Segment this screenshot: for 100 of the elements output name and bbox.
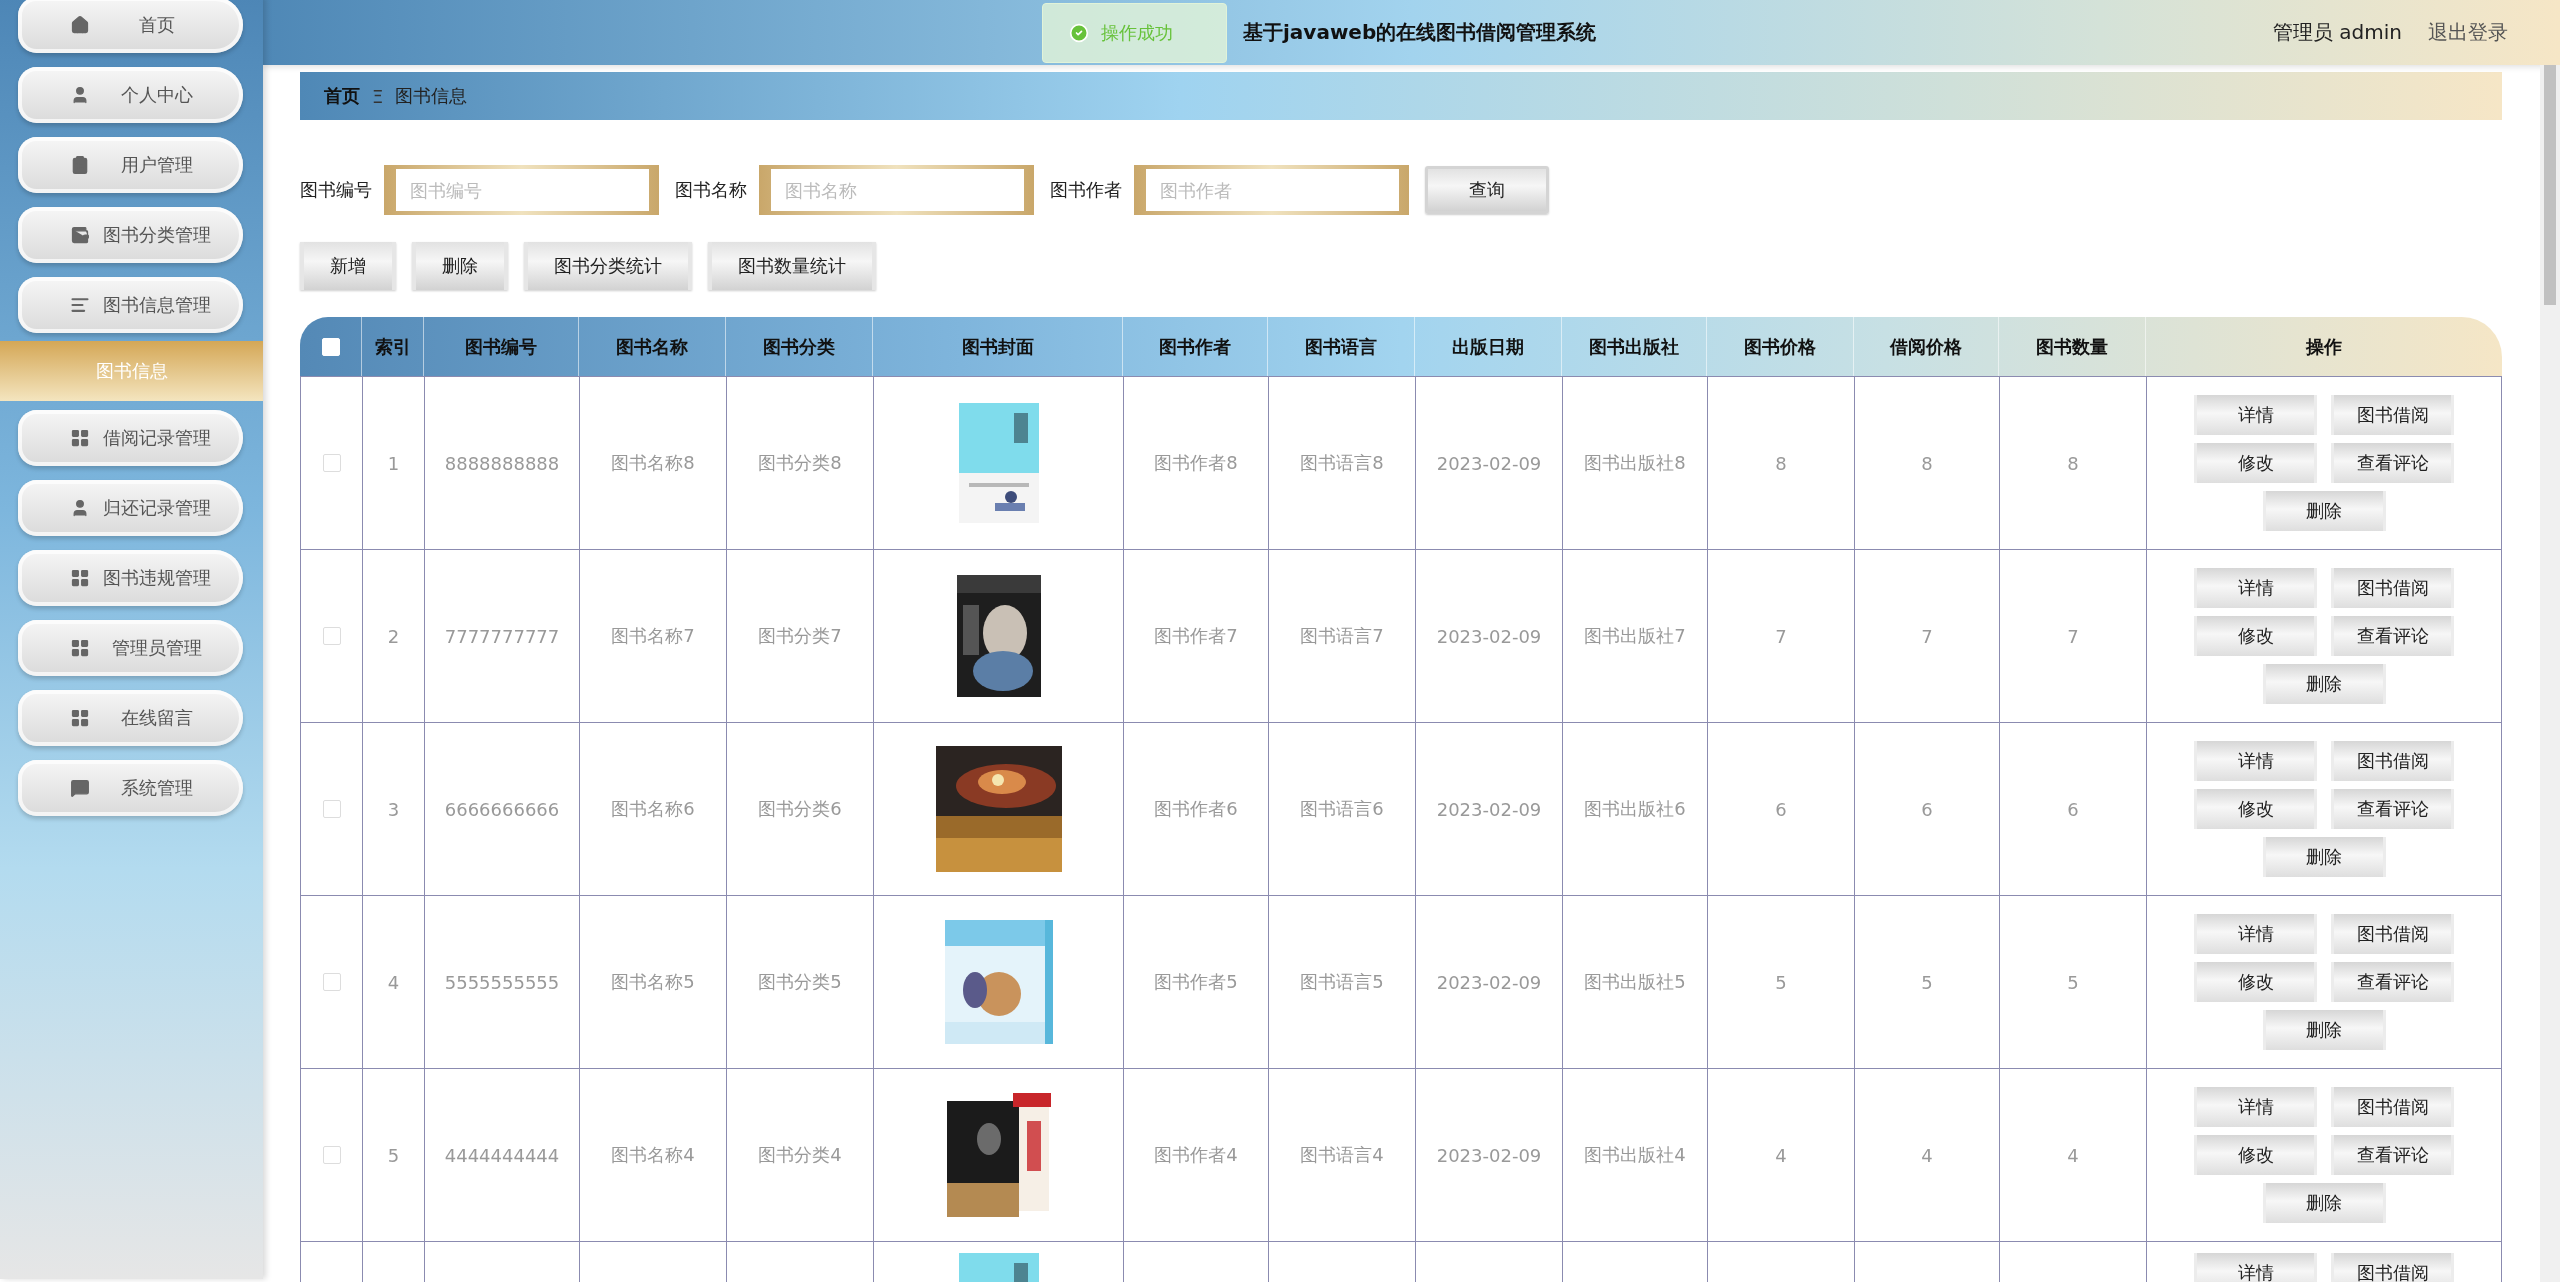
row-action-button[interactable]: 详情 bbox=[2194, 568, 2317, 608]
sidebar-item[interactable]: 个人中心 bbox=[18, 67, 243, 123]
row-action-button[interactable]: 图书借阅 bbox=[2331, 1087, 2454, 1127]
row-action-button[interactable]: 图书借阅 bbox=[2331, 395, 2454, 435]
chat-icon bbox=[70, 778, 90, 798]
table-cell: 图书分类8 bbox=[758, 451, 842, 475]
table-cell: 4 bbox=[1775, 1144, 1787, 1166]
row-action-button[interactable]: 详情 bbox=[2194, 914, 2317, 954]
row-checkbox[interactable] bbox=[322, 800, 341, 818]
table-cell: 8 bbox=[2067, 452, 2079, 474]
row-action-button[interactable]: 查看评论 bbox=[2331, 962, 2454, 1002]
row-checkbox[interactable] bbox=[322, 973, 341, 991]
breadcrumb-separator: Ξ bbox=[372, 85, 384, 107]
row-action-button[interactable]: 查看评论 bbox=[2331, 1135, 2454, 1175]
row-checkbox[interactable] bbox=[322, 627, 341, 645]
row-action-button[interactable]: 删除 bbox=[2262, 664, 2386, 704]
row-checkbox[interactable] bbox=[322, 454, 341, 472]
search-field[interactable]: 图书作者 bbox=[1134, 165, 1409, 215]
row-action-button[interactable]: 删除 bbox=[2262, 1183, 2386, 1223]
table-cell: 7777777777 bbox=[444, 625, 560, 647]
column-header: 图书编号 bbox=[424, 317, 579, 376]
search-field[interactable]: 图书名称 bbox=[759, 165, 1034, 215]
field-label: 图书作者 bbox=[1050, 178, 1122, 202]
row-action-button[interactable]: 详情 bbox=[2194, 1253, 2317, 1282]
row-action-button[interactable]: 查看评论 bbox=[2331, 616, 2454, 656]
clipboard-icon bbox=[70, 155, 90, 175]
sidebar-item[interactable]: 在线留言 bbox=[18, 690, 243, 746]
grid-icon bbox=[70, 428, 90, 448]
row-action-button[interactable]: 查看评论 bbox=[2331, 443, 2454, 483]
toolbar-button[interactable]: 删除 bbox=[412, 242, 508, 290]
table-cell: 2023-02-09 bbox=[1436, 452, 1542, 474]
sidebar-item[interactable]: 借阅记录管理 bbox=[18, 410, 243, 466]
table-cell: 6 bbox=[2067, 798, 2079, 820]
app-title: 基于javaweb的在线图书借阅管理系统 bbox=[1243, 19, 1597, 46]
table-cell: 图书名称6 bbox=[611, 797, 695, 821]
column-header: 图书封面 bbox=[873, 317, 1123, 376]
row-action-button[interactable]: 详情 bbox=[2194, 1087, 2317, 1127]
table-cell: 1 bbox=[387, 452, 400, 474]
sidebar-item[interactable]: 首页 bbox=[18, 0, 243, 53]
grid-icon bbox=[70, 638, 90, 658]
table-cell: 图书出版社5 bbox=[1584, 970, 1686, 994]
select-all-checkbox[interactable] bbox=[321, 337, 340, 356]
home-icon bbox=[70, 15, 90, 35]
scrollbar[interactable] bbox=[2540, 65, 2560, 1282]
field-label: 图书名称 bbox=[675, 178, 747, 202]
row-action-button[interactable]: 图书借阅 bbox=[2331, 568, 2454, 608]
logout-link[interactable]: 退出登录 bbox=[2428, 19, 2508, 46]
row-action-button[interactable]: 删除 bbox=[2262, 1010, 2386, 1050]
sidebar-item[interactable]: 管理员管理 bbox=[18, 620, 243, 676]
sidebar-item[interactable]: 系统管理 bbox=[18, 760, 243, 816]
table-cell: 图书语言5 bbox=[1300, 970, 1384, 994]
row-checkbox[interactable] bbox=[322, 1146, 341, 1164]
sidebar-item[interactable]: 图书信息管理 bbox=[18, 277, 243, 333]
table-cell: 4 bbox=[2067, 1144, 2079, 1166]
sidebar-item[interactable]: 用户管理 bbox=[18, 137, 243, 193]
toolbar-button[interactable]: 图书数量统计 bbox=[708, 242, 876, 290]
table-cell: 图书语言6 bbox=[1300, 797, 1384, 821]
table-cell: 图书分类4 bbox=[758, 1143, 842, 1167]
table-cell: 2 bbox=[387, 625, 400, 647]
toolbar-button[interactable]: 新增 bbox=[300, 242, 396, 290]
table-cell: 图书名称5 bbox=[611, 970, 695, 994]
table-cell: 图书语言8 bbox=[1300, 451, 1384, 475]
scrollbar-thumb[interactable] bbox=[2544, 65, 2556, 305]
row-action-button[interactable]: 删除 bbox=[2262, 491, 2386, 531]
table-cell: 5 bbox=[387, 1144, 400, 1166]
table-cell: 8 bbox=[1775, 452, 1787, 474]
query-button[interactable]: 查询 bbox=[1425, 166, 1549, 214]
sidebar-item[interactable]: 归还记录管理 bbox=[18, 480, 243, 536]
table-cell: 2023-02-09 bbox=[1436, 798, 1542, 820]
table-cell: 4 bbox=[1921, 1144, 1933, 1166]
row-action-button[interactable]: 详情 bbox=[2194, 741, 2317, 781]
row-action-button[interactable]: 修改 bbox=[2194, 1135, 2317, 1175]
breadcrumb-link[interactable]: 首页 bbox=[324, 84, 360, 108]
search-field[interactable]: 图书编号 bbox=[384, 165, 659, 215]
table-cell: 2023-02-09 bbox=[1436, 971, 1542, 993]
row-action-button[interactable]: 图书借阅 bbox=[2331, 1253, 2454, 1282]
column-header: 图书出版社 bbox=[1562, 317, 1707, 376]
table-cell: 图书作者7 bbox=[1154, 624, 1238, 648]
row-action-button[interactable]: 修改 bbox=[2194, 616, 2317, 656]
table-cell: 7 bbox=[1921, 625, 1933, 647]
row-action-button[interactable]: 修改 bbox=[2194, 443, 2317, 483]
sidebar-item[interactable]: 图书分类管理 bbox=[18, 207, 243, 263]
wallet-icon bbox=[70, 225, 90, 245]
row-action-button[interactable]: 图书借阅 bbox=[2331, 741, 2454, 781]
toast-message: 操作成功 bbox=[1101, 21, 1173, 45]
row-action-button[interactable]: 修改 bbox=[2194, 789, 2317, 829]
toolbar-button[interactable]: 图书分类统计 bbox=[524, 242, 692, 290]
row-action-button[interactable]: 查看评论 bbox=[2331, 789, 2454, 829]
row-action-button[interactable]: 删除 bbox=[2262, 837, 2386, 877]
grid-icon bbox=[70, 708, 90, 728]
column-header: 出版日期 bbox=[1415, 317, 1562, 376]
table-cell: 图书名称7 bbox=[611, 624, 695, 648]
table-cell: 5555555555 bbox=[444, 971, 560, 993]
sidebar-item[interactable]: 图书违规管理 bbox=[18, 550, 243, 606]
table-cell: 5 bbox=[2067, 971, 2079, 993]
table-cell: 8 bbox=[1921, 452, 1933, 474]
row-action-button[interactable]: 详情 bbox=[2194, 395, 2317, 435]
row-action-button[interactable]: 图书借阅 bbox=[2331, 914, 2454, 954]
table-cell: 图书语言4 bbox=[1300, 1143, 1384, 1167]
row-action-button[interactable]: 修改 bbox=[2194, 962, 2317, 1002]
